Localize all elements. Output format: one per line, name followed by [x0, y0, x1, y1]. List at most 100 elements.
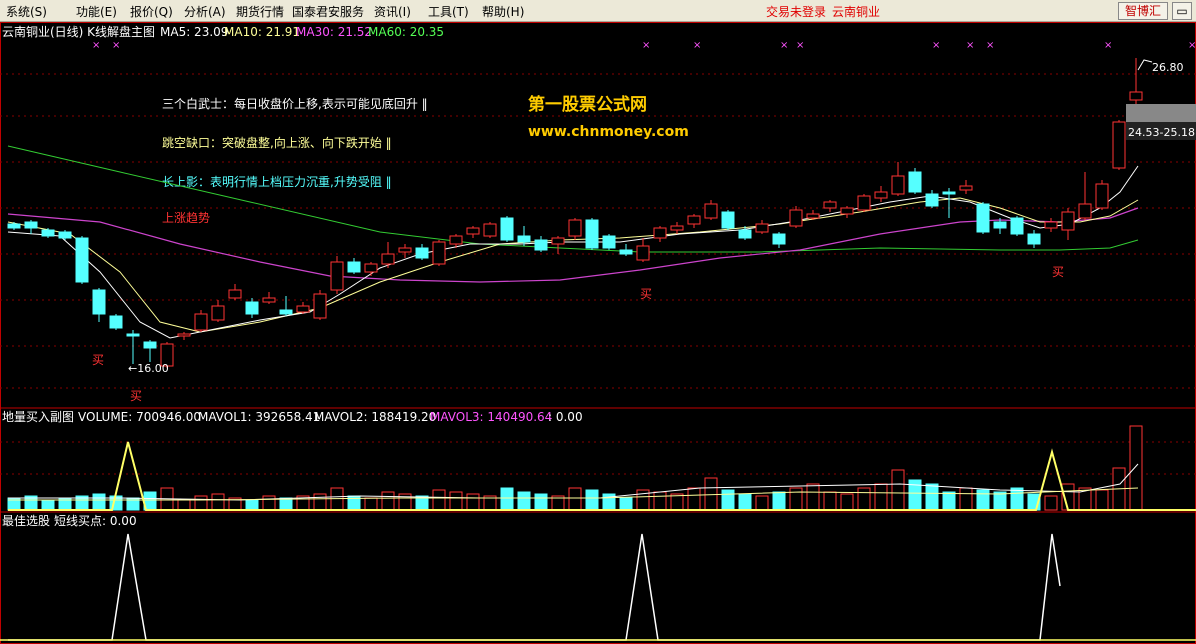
- restore-window-button[interactable]: ▭: [1172, 2, 1192, 20]
- chart-canvas: 云南铜业(日线) K线解盘主图 MA5: 23.09 MA10: 21.91 M…: [0, 22, 1196, 644]
- sell-mark: ×: [1104, 40, 1112, 51]
- sell-mark: ×: [92, 40, 100, 51]
- volume-bar: [806, 483, 820, 511]
- sell-mark: ×: [796, 40, 804, 51]
- candlestick: [211, 300, 225, 322]
- candlestick: [653, 226, 667, 242]
- watermark-title: 第一股票公式网: [528, 94, 647, 115]
- candlestick: [194, 310, 208, 332]
- candlestick: [143, 340, 157, 362]
- candlestick: [942, 188, 956, 218]
- volume-bar: [1044, 495, 1058, 511]
- sell-mark: ×: [780, 40, 788, 51]
- candlestick: [415, 244, 429, 260]
- candlestick: [602, 234, 616, 250]
- volume-bar: [959, 487, 973, 511]
- volume-bar: [279, 497, 293, 511]
- volume-bar: [823, 491, 837, 511]
- volume-bar: [755, 495, 769, 511]
- candlestick: [1129, 58, 1143, 104]
- volume-bar: [1095, 489, 1109, 511]
- candlestick: [959, 180, 973, 194]
- candlestick: [466, 226, 480, 238]
- candlestick: [92, 288, 106, 322]
- candlestick: [347, 258, 361, 274]
- candlestick: [568, 218, 582, 240]
- zhibohui-button[interactable]: 智博汇: [1118, 2, 1168, 20]
- menu-item-futures[interactable]: 期货行情: [236, 3, 284, 20]
- volume-bar: [1010, 487, 1024, 511]
- volume-bar: [653, 491, 667, 511]
- menu-item-gtja-service[interactable]: 国泰君安服务: [292, 3, 364, 20]
- mavol3-readout: MAVOL3: 140490.64: [430, 410, 552, 424]
- ma30-readout: MA30: 21.52: [296, 25, 372, 39]
- candlestick: [1010, 216, 1024, 236]
- candlestick: [330, 256, 344, 294]
- volume-bar: [381, 491, 395, 511]
- price-range-label: 24.53-25.18: [1128, 126, 1195, 139]
- current-stock-label: 云南铜业: [832, 5, 881, 19]
- candlestick: [279, 296, 293, 316]
- candlestick: [75, 236, 89, 284]
- buy-signal-label: 买: [92, 353, 104, 367]
- high-price-label: 26.80: [1152, 61, 1184, 74]
- candlestick: [58, 230, 72, 240]
- menu-item-tools[interactable]: 工具(T): [428, 3, 469, 20]
- volume-bar: [177, 499, 191, 511]
- volume-bar: [704, 477, 718, 511]
- candlestick: [1061, 208, 1075, 240]
- candlestick: [823, 200, 837, 212]
- volume-bar: [500, 487, 514, 511]
- candlestick: [228, 284, 242, 300]
- candlestick: [755, 220, 769, 234]
- candlestick: [245, 298, 259, 318]
- uptrend-note: 上涨趋势: [162, 210, 210, 225]
- gap-breakout-note: 跳空缺口：突破盘整,向上涨、向下跌开始 ‖: [162, 135, 392, 150]
- volume-extra-readout: : 0.00: [548, 410, 583, 424]
- candlestick: [126, 330, 140, 364]
- candlestick: [908, 168, 922, 194]
- menu-item-quote[interactable]: 报价(Q): [130, 3, 173, 20]
- volume-bar: [194, 495, 208, 511]
- volume-bar: [772, 491, 786, 511]
- volume-bar: [534, 493, 548, 511]
- main-panel-title: 云南铜业(日线) K线解盘主图: [2, 24, 155, 39]
- buy-signal-label: 买: [1052, 265, 1064, 279]
- volume-bar: [211, 493, 225, 511]
- sell-mark: ×: [1188, 40, 1196, 51]
- candlestick: [24, 220, 38, 234]
- volume-bar: [449, 491, 463, 511]
- candlestick: [789, 206, 803, 228]
- candlestick: [1095, 180, 1109, 210]
- volume-bar: [687, 487, 701, 511]
- short-term-buy-readout: 短线买点: 0.00: [54, 514, 137, 528]
- menu-item-news[interactable]: 资讯(I): [374, 3, 411, 20]
- candlestick: [483, 222, 497, 238]
- menu-item-analysis[interactable]: 分析(A): [184, 3, 226, 20]
- volume-panel-title: 地量买入副图: [2, 410, 74, 424]
- sell-mark: ×: [642, 40, 650, 51]
- volume-bar: [313, 493, 327, 511]
- candlestick: [772, 232, 786, 248]
- ma60-readout: MA60: 20.35: [368, 25, 444, 39]
- trade-login-status: 交易未登录: [766, 5, 827, 19]
- candlestick: [381, 242, 395, 268]
- menu-item-help[interactable]: 帮助(H): [482, 3, 524, 20]
- volume-bar: [840, 493, 854, 511]
- candlestick: [296, 302, 310, 314]
- menu-item-function[interactable]: 功能(E): [76, 3, 117, 20]
- volume-bar: [993, 491, 1007, 511]
- menu-item-system[interactable]: 系统(S): [6, 3, 47, 20]
- sell-mark: ×: [932, 40, 940, 51]
- ma10-readout: MA10: 21.91: [224, 25, 300, 39]
- candlestick: [1078, 172, 1092, 220]
- volume-bar: [585, 489, 599, 511]
- volume-bar: [670, 493, 684, 511]
- candlestick: [109, 314, 123, 330]
- candlestick: [721, 210, 735, 230]
- candlestick: [619, 244, 633, 256]
- candlestick: [177, 332, 191, 340]
- candlestick: [840, 206, 854, 218]
- ma5-readout: MA5: 23.09: [160, 25, 228, 39]
- candlestick: [41, 228, 55, 238]
